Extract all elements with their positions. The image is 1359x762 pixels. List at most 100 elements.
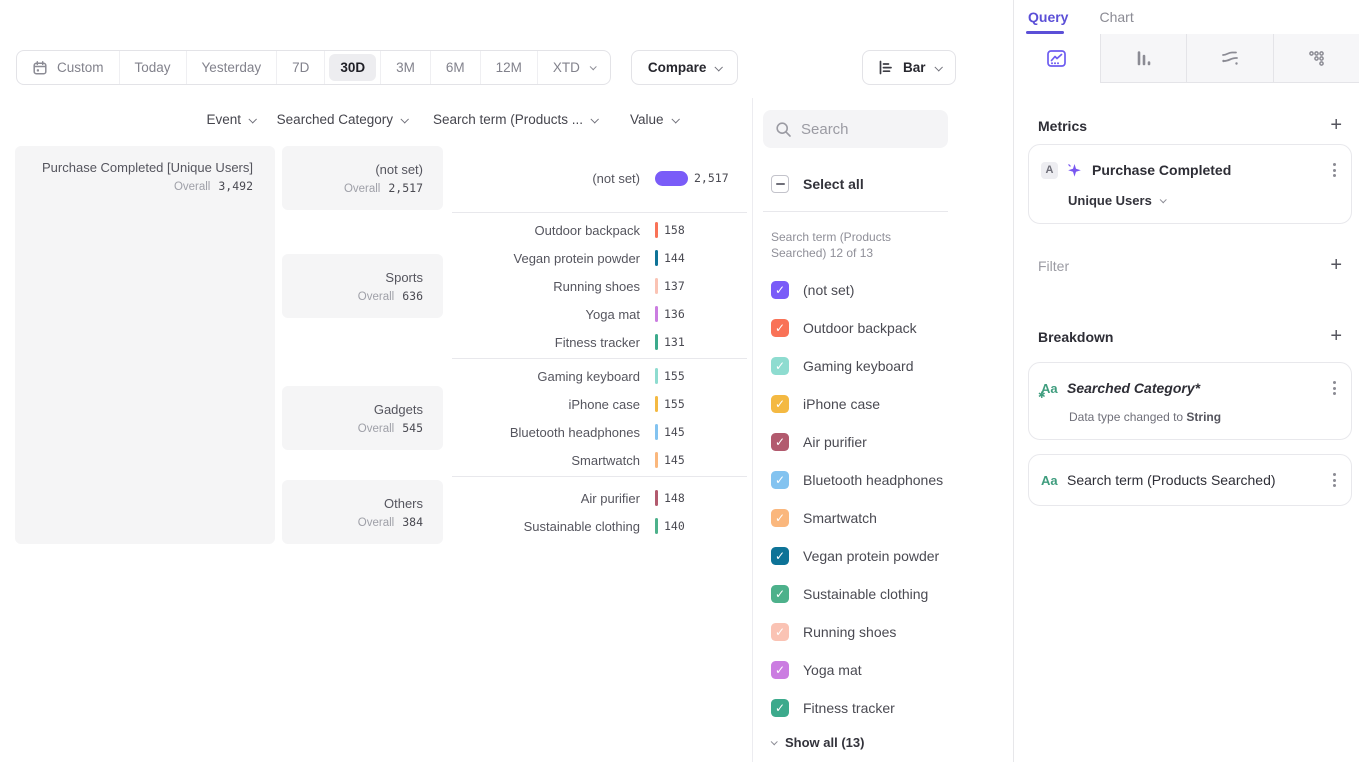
term-row: Yoga mat136 xyxy=(443,300,685,328)
term-label: Fitness tracker xyxy=(443,335,640,350)
term-row: Vegan protein powder144 xyxy=(443,244,685,272)
category-overall: Overall384 xyxy=(282,515,423,529)
legend-item[interactable]: ✓Vegan protein powder xyxy=(771,547,1013,565)
term-value: 145 xyxy=(664,425,685,439)
metric-menu-button[interactable] xyxy=(1330,160,1339,180)
chart-column-headers: Event Searched Category Search term (Pro… xyxy=(15,112,678,127)
show-all-toggle[interactable]: Show all (13) xyxy=(771,735,1013,750)
legend-checkbox[interactable]: ✓ xyxy=(771,585,789,603)
date-range-3m[interactable]: 3M xyxy=(380,51,430,84)
header-search-term[interactable]: Search term (Products ... xyxy=(443,112,640,127)
metric-card[interactable]: A Purchase Completed Unique Users xyxy=(1028,144,1352,224)
header-value[interactable]: Value xyxy=(630,112,678,127)
tab-query[interactable]: Query xyxy=(1028,9,1068,34)
tab-chart[interactable]: Chart xyxy=(1099,9,1133,34)
bar-chart: Purchase Completed [Unique Users] Overal… xyxy=(15,146,762,544)
breakdown-menu-button[interactable] xyxy=(1330,470,1339,490)
legend-checkbox[interactable]: ✓ xyxy=(771,281,789,299)
term-label: iPhone case xyxy=(443,397,640,412)
category-group: OthersOverall384Air purifier148Sustainab… xyxy=(282,480,762,544)
date-range-6m[interactable]: 6M xyxy=(430,51,480,84)
legend-item[interactable]: ✓(not set) xyxy=(771,281,1013,299)
breakdown-title: Breakdown xyxy=(1038,329,1113,345)
legend-checkbox[interactable]: ✓ xyxy=(771,357,789,375)
select-all-row[interactable]: Select all xyxy=(771,175,1013,193)
tab-funnels[interactable] xyxy=(1100,34,1187,83)
legend-item[interactable]: ✓Yoga mat xyxy=(771,661,1013,679)
legend-checkbox[interactable]: ✓ xyxy=(771,509,789,527)
date-range-7d[interactable]: 7D xyxy=(276,51,324,84)
add-breakdown-button[interactable]: + xyxy=(1330,328,1342,345)
search-input[interactable] xyxy=(801,121,936,138)
legend-item-list: ✓(not set)✓Outdoor backpack✓Gaming keybo… xyxy=(763,281,1013,717)
legend-checkbox[interactable]: ✓ xyxy=(771,395,789,413)
legend-item[interactable]: ✓Outdoor backpack xyxy=(771,319,1013,337)
legend-checkbox[interactable]: ✓ xyxy=(771,433,789,451)
legend-checkbox[interactable]: ✓ xyxy=(771,623,789,641)
term-value: 140 xyxy=(664,519,685,533)
date-range-custom[interactable]: Custom xyxy=(17,51,119,84)
legend-item[interactable]: ✓Sustainable clothing xyxy=(771,585,1013,603)
legend-item[interactable]: ✓Air purifier xyxy=(771,433,1013,451)
date-range-yesterday[interactable]: Yesterday xyxy=(186,51,277,84)
add-filter-button[interactable]: + xyxy=(1330,257,1342,274)
overall-label: Overall xyxy=(344,183,380,195)
search-icon xyxy=(775,121,792,138)
compare-button[interactable]: Compare xyxy=(631,50,739,85)
date-range-today[interactable]: Today xyxy=(119,51,186,84)
term-rows: (not set)2,517 xyxy=(443,164,729,192)
event-sparkle-icon xyxy=(1067,163,1082,178)
category-overall-value: 636 xyxy=(402,289,423,303)
add-metric-button[interactable]: + xyxy=(1330,117,1342,134)
legend-item-label: Running shoes xyxy=(803,624,896,640)
legend-item[interactable]: ✓ Running shoes xyxy=(771,623,1013,641)
value-bar xyxy=(655,490,658,506)
group-divider xyxy=(452,358,747,359)
tab-flows[interactable] xyxy=(1186,34,1273,83)
legend-item[interactable]: ✓ Fitness tracker xyxy=(771,699,1013,717)
legend-checkbox[interactable]: ✓ xyxy=(771,547,789,565)
chevron-down-icon xyxy=(590,63,597,70)
chart-type-button[interactable]: Bar xyxy=(862,50,956,85)
compare-label: Compare xyxy=(648,60,707,75)
legend-item[interactable]: ✓Smartwatch xyxy=(771,509,1013,527)
term-row: Bluetooth headphones145 xyxy=(443,418,685,446)
header-event[interactable]: Event xyxy=(15,112,275,127)
legend-item[interactable]: ✓iPhone case xyxy=(771,395,1013,413)
breakdown-card-search-term[interactable]: Aa Search term (Products Searched) xyxy=(1028,454,1352,506)
legend-search-box[interactable] xyxy=(763,110,948,148)
show-all-label: Show all (13) xyxy=(785,735,864,750)
measure-dropdown[interactable]: Unique Users xyxy=(1068,193,1339,208)
term-row: iPhone case155 xyxy=(443,390,685,418)
legend-item-label: Fitness tracker xyxy=(803,700,895,716)
tab-retention[interactable] xyxy=(1273,34,1359,83)
category-card: OthersOverall384 xyxy=(282,480,443,544)
term-row: Fitness tracker 131 xyxy=(443,328,685,356)
legend-checkbox[interactable]: ✓ xyxy=(771,699,789,717)
legend-checkbox[interactable]: ✓ xyxy=(771,661,789,679)
value-bar xyxy=(655,518,658,534)
category-name: Gadgets xyxy=(282,401,423,419)
select-all-checkbox[interactable] xyxy=(771,175,789,193)
value-bar xyxy=(655,171,688,186)
breakdown-menu-button[interactable] xyxy=(1330,378,1339,398)
legend-checkbox[interactable]: ✓ xyxy=(771,319,789,337)
header-searched-category[interactable]: Searched Category xyxy=(282,112,443,127)
date-range-xtd[interactable]: XTD xyxy=(537,51,610,84)
legend-item[interactable]: ✓ Gaming keyboard xyxy=(771,357,1013,375)
legend-checkbox[interactable]: ✓ xyxy=(771,471,789,489)
value-bar xyxy=(655,396,658,412)
breakdown-card-searched-category[interactable]: Aa✱ Searched Category* Data type changed… xyxy=(1028,362,1352,440)
legend-caption: Search term (Products Searched) 12 of 13 xyxy=(771,229,933,261)
date-range-label: Today xyxy=(135,60,171,75)
date-range-label: 3M xyxy=(396,60,415,75)
tab-insights[interactable] xyxy=(1014,34,1100,83)
indeterminate-icon xyxy=(776,183,785,185)
legend-item[interactable]: ✓Bluetooth headphones xyxy=(771,471,1013,489)
date-range-12m[interactable]: 12M xyxy=(480,51,537,84)
term-value: 145 xyxy=(664,453,685,467)
legend-item-label: Gaming keyboard xyxy=(803,358,914,374)
term-label: Gaming keyboard xyxy=(443,369,640,384)
term-value: 131 xyxy=(664,335,685,349)
date-range-30d[interactable]: 30D xyxy=(324,51,380,84)
